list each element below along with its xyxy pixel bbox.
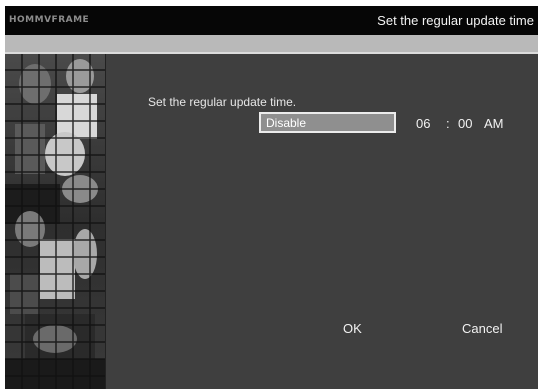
device-screen: HOMMVFRAME Set the regular update time S… [5,6,538,389]
photo-collage-image [5,54,106,389]
brand-logo: HOMMVFRAME [9,15,90,25]
cancel-button[interactable]: Cancel [462,321,502,336]
time-separator: : [446,116,450,131]
title-bar: HOMMVFRAME Set the regular update time [5,6,538,35]
minute-field[interactable]: 00 [458,116,472,131]
am-pm-field[interactable]: AM [484,116,504,131]
update-mode-select[interactable]: Disable [259,112,396,133]
update-time-prompt: Set the regular update time. [148,95,297,109]
header-divider-bar [5,35,538,54]
side-photo-collage [5,54,106,389]
ok-button[interactable]: OK [343,321,362,336]
hour-field[interactable]: 06 [416,116,430,131]
update-mode-value: Disable [266,116,307,130]
settings-panel: Set the regular update time. Disable 06 … [106,54,538,389]
screen-title: Set the regular update time [377,13,534,28]
